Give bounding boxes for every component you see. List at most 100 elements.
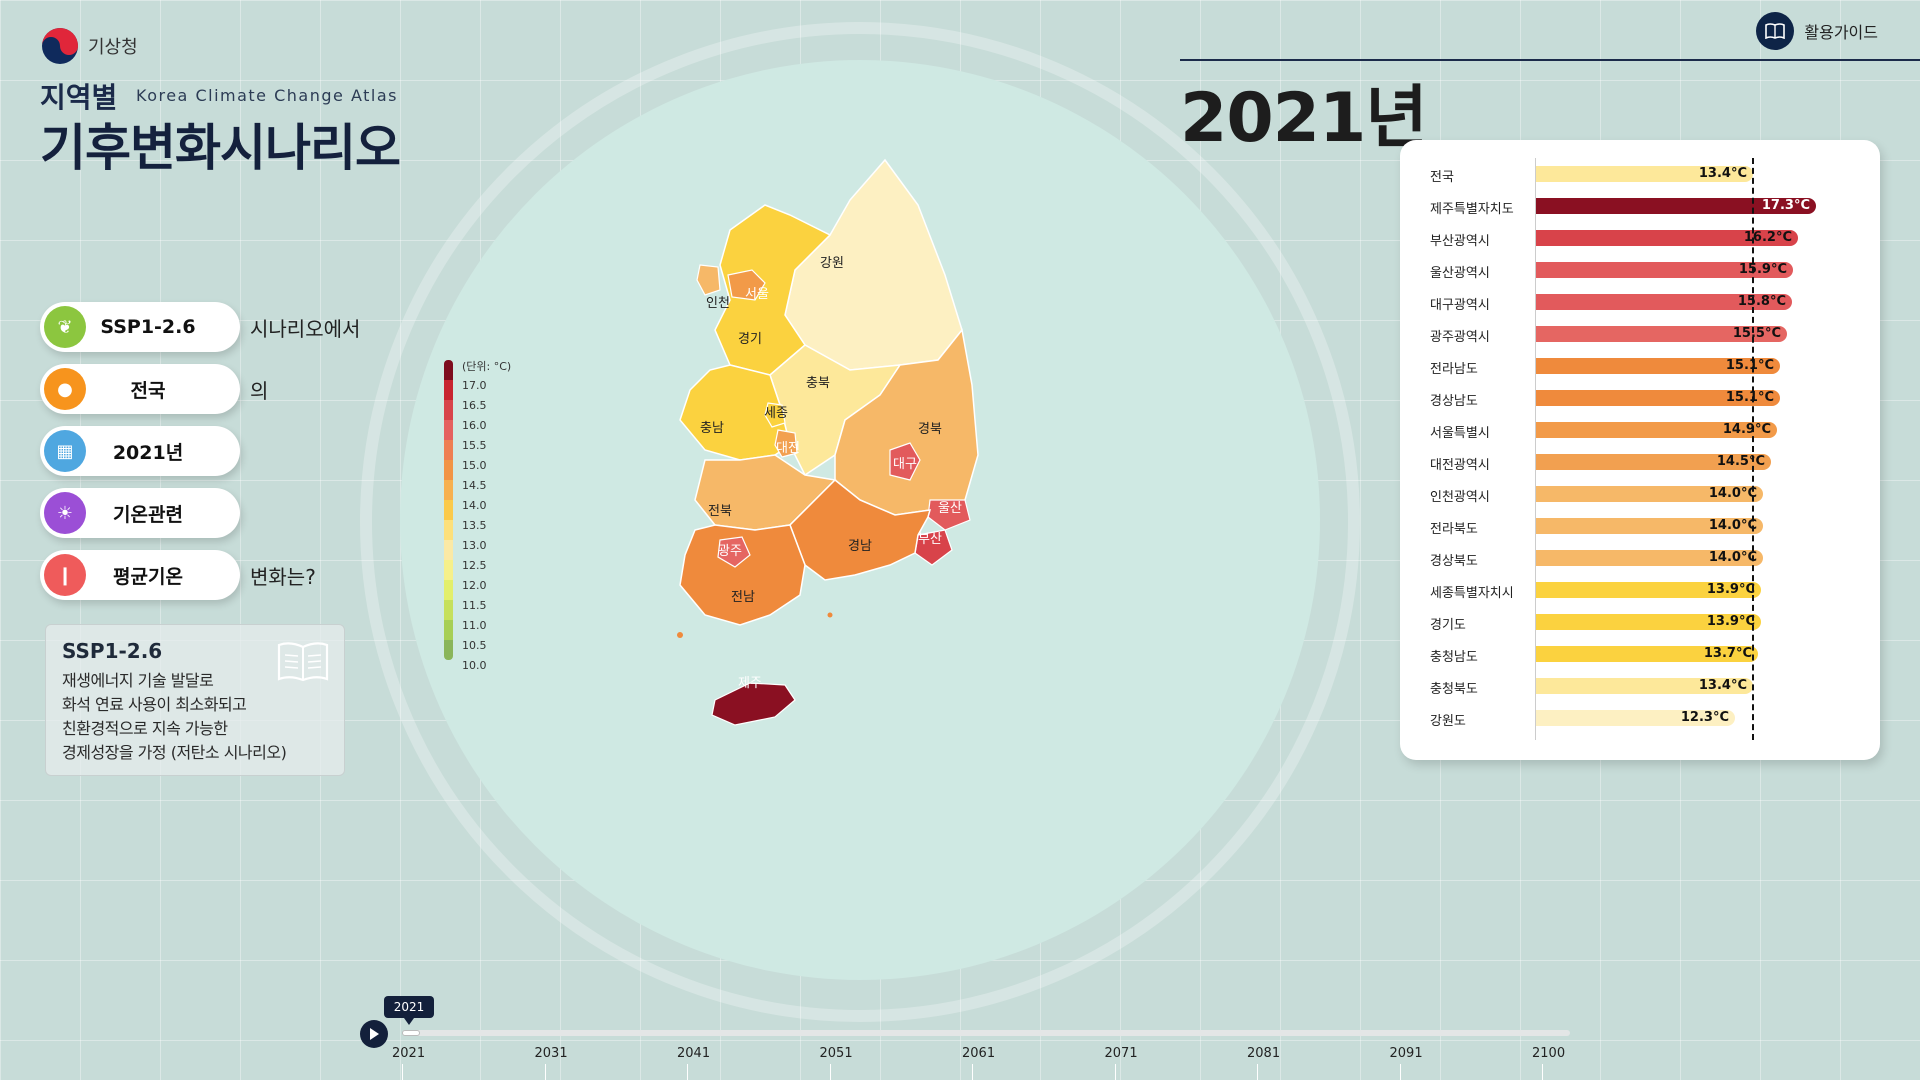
ranking-value: 14.5°C — [1716, 454, 1765, 469]
ranking-bar: 15.1°C — [1536, 358, 1780, 374]
ranking-value: 12.3°C — [1680, 710, 1729, 725]
current-year-heading: 2021년 — [1180, 79, 1428, 158]
selector-location-pin[interactable]: ● 전국 — [40, 364, 240, 414]
current-year-marker[interactable]: 2021 — [384, 996, 434, 1025]
ranking-region-name: 제주특별자치도 — [1430, 202, 1514, 217]
ranking-row[interactable]: 광주광역시 15.5°C — [1400, 318, 1880, 350]
ranking-row[interactable]: 울산광역시 15.9°C — [1400, 254, 1880, 286]
ranking-row[interactable]: 경기도 13.9°C — [1400, 606, 1880, 638]
timeline-tick[interactable]: 2021 — [392, 1046, 425, 1061]
ranking-value: 15.1°C — [1725, 358, 1774, 373]
selector-leaf[interactable]: ❦ SSP1-2.6 — [40, 302, 240, 352]
ranking-region-name: 서울특별시 — [1430, 426, 1490, 441]
ranking-region-name: 전라남도 — [1430, 362, 1478, 377]
legend-ticks: 17.0 16.5 16.0 15.5 15.0 14.5 14.0 13.5 13.0 12.5… — [462, 376, 487, 676]
ranking-row[interactable]: 세종특별자치시 13.9°C — [1400, 574, 1880, 606]
ranking-bar: 13.9°C — [1536, 582, 1761, 598]
timeline-tick[interactable]: 2061 — [962, 1046, 995, 1061]
ranking-bar: 14.0°C — [1536, 550, 1763, 566]
selector-suffix: 변화는? — [250, 564, 316, 589]
ranking-region-name: 전라북도 — [1430, 522, 1478, 537]
ranking-value: 13.9°C — [1706, 582, 1755, 597]
timeline-tick[interactable]: 2071 — [1105, 1046, 1138, 1061]
map-label: 인천 — [706, 296, 730, 311]
location-pin-icon: ● — [44, 368, 86, 410]
map-label: 세종 — [764, 406, 788, 421]
timeline-tick[interactable]: 2051 — [820, 1046, 853, 1061]
legend-swatch — [444, 580, 453, 600]
legend-swatch — [444, 600, 453, 620]
selector-row: ▦ 2021년 — [40, 426, 250, 476]
legend-tick: 15.5 — [462, 439, 487, 452]
legend-tick: 16.5 — [462, 399, 487, 412]
ranking-row[interactable]: 강원도 12.3°C — [1400, 702, 1880, 734]
ranking-value: 15.8°C — [1737, 294, 1786, 309]
agency-logo[interactable]: 기상청 — [40, 26, 138, 66]
ranking-row[interactable]: 전국 13.4°C — [1400, 158, 1880, 190]
ranking-row[interactable]: 제주특별자치도 17.3°C — [1400, 190, 1880, 222]
selector-suffix: 의 — [250, 378, 269, 403]
map-label: 경기 — [738, 332, 762, 347]
legend-tick: 14.5 — [462, 479, 487, 492]
guide-button[interactable]: 활용가이드 — [1756, 12, 1878, 50]
ranking-bar: 13.7°C — [1536, 646, 1758, 662]
ranking-row[interactable]: 경상남도 15.1°C — [1400, 382, 1880, 414]
map-label: 대구 — [893, 457, 917, 472]
thermometer-icon: ❙ — [44, 554, 86, 596]
map-label: 충북 — [806, 376, 830, 391]
ranking-region-name: 경기도 — [1430, 618, 1466, 633]
ranking-region-name: 인천광역시 — [1430, 490, 1490, 505]
ranking-row[interactable]: 충청북도 13.4°C — [1400, 670, 1880, 702]
ranking-row[interactable]: 서울특별시 14.9°C — [1400, 414, 1880, 446]
korea-map[interactable]: 강원인천 서울경기충북경북 세종충남대전대구전북 울산경남 부산광주전남제주 — [600, 155, 1200, 875]
legend-swatch — [444, 440, 453, 460]
page-title: 기후변화시나리오 — [40, 119, 401, 177]
play-button[interactable] — [360, 1020, 388, 1048]
selector-thermometer[interactable]: ❙ 평균기온 — [40, 550, 240, 600]
book-icon — [1756, 12, 1795, 50]
ranking-row[interactable]: 경상북도 14.0°C — [1400, 542, 1880, 574]
ranking-row[interactable]: 대구광역시 15.8°C — [1400, 286, 1880, 318]
sun-icon: ☀ — [44, 492, 86, 534]
map-label: 부산 — [918, 532, 942, 547]
ranking-region-name: 부산광역시 — [1430, 234, 1490, 249]
ranking-row[interactable]: 충청남도 13.7°C — [1400, 638, 1880, 670]
legend-tick: 10.5 — [462, 639, 487, 652]
scenario-description: SSP1-2.6 재생에너지 기술 발달로 화석 연료 사용이 최소화되고 친환… — [45, 624, 345, 776]
ranking-row[interactable]: 인천광역시 14.0°C — [1400, 478, 1880, 510]
selector-row: ● 전국 의 — [40, 364, 268, 414]
timeline-track[interactable] — [402, 1030, 1570, 1036]
legend-swatch — [444, 360, 453, 380]
ranking-row[interactable]: 대전광역시 14.5°C — [1400, 446, 1880, 478]
ranking-row[interactable]: 전라남도 15.1°C — [1400, 350, 1880, 382]
map-label: 대전 — [776, 441, 800, 456]
region-incheon[interactable] — [696, 264, 721, 296]
taegeuk-logo-icon — [42, 28, 78, 64]
selector-sun[interactable]: ☀ 기온관련 — [40, 488, 240, 538]
leaf-icon: ❦ — [44, 306, 86, 348]
timeline-tick-mark — [402, 1064, 403, 1080]
timeline-tick[interactable]: 2031 — [535, 1046, 568, 1061]
legend-tick: 16.0 — [462, 419, 487, 432]
map-label: 울산 — [938, 501, 962, 516]
year-timeline[interactable]: 2021 2021 2031 2041 2051 2061 2071 2081 2091 210… — [360, 996, 1570, 1080]
selector-calendar[interactable]: ▦ 2021년 — [40, 426, 240, 476]
ranking-value: 17.3°C — [1761, 198, 1810, 213]
timeline-tick[interactable]: 2100 — [1532, 1046, 1565, 1061]
ranking-row[interactable]: 전라북도 14.0°C — [1400, 510, 1880, 542]
header-divider — [1180, 59, 1920, 61]
ranking-row[interactable]: 부산광역시 16.2°C — [1400, 222, 1880, 254]
timeline-tick[interactable]: 2041 — [677, 1046, 710, 1061]
ranking-bar: 15.9°C — [1536, 262, 1793, 278]
calendar-icon: ▦ — [44, 430, 86, 472]
timeline-tick-mark — [1542, 1064, 1543, 1080]
ranking-region-name: 전국 — [1430, 170, 1454, 185]
legend-swatch — [444, 380, 453, 400]
region-gangwon[interactable] — [784, 158, 963, 371]
play-icon — [370, 1028, 379, 1040]
ranking-region-name: 강원도 — [1430, 714, 1466, 729]
legend-swatch — [444, 420, 453, 440]
timeline-tick[interactable]: 2091 — [1390, 1046, 1423, 1061]
timeline-tick[interactable]: 2081 — [1247, 1046, 1280, 1061]
legend-swatch — [444, 560, 453, 580]
